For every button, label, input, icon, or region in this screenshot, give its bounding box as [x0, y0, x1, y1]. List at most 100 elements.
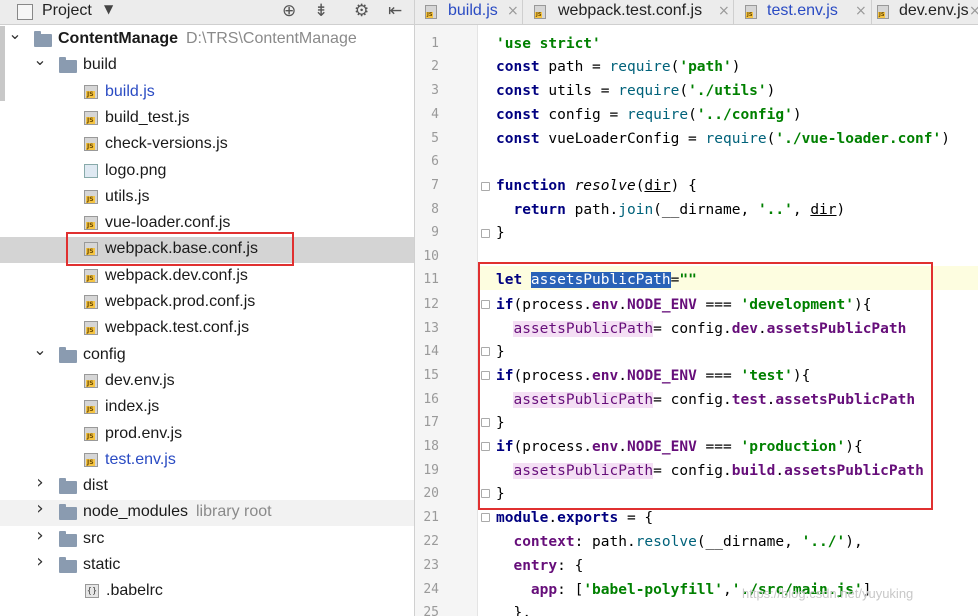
- tree-item-src[interactable]: › src: [0, 526, 414, 553]
- line-number: 17: [423, 415, 439, 430]
- code-line-5[interactable]: const vueLoaderConfig = require('./vue-l…: [496, 129, 950, 149]
- code-line-17[interactable]: }: [496, 413, 505, 433]
- close-icon[interactable]: ×: [969, 3, 978, 19]
- chevron-right-icon[interactable]: ›: [33, 526, 47, 544]
- tree-item-build-js[interactable]: JS build.js: [0, 80, 414, 106]
- code-line-8[interactable]: return path.join(__dirname, '..', dir): [496, 200, 845, 220]
- tree-item-label: build.js: [105, 82, 155, 100]
- tree-item-contentmanage[interactable]: ⌄ ContentManage D:\TRS\ContentManage: [0, 26, 414, 53]
- code-line-7[interactable]: function resolve(dir) {: [496, 176, 697, 196]
- code-text: (__dirname,: [653, 202, 758, 218]
- tab-webpack-test-conf[interactable]: JS webpack.test.conf.js ×: [522, 0, 734, 24]
- tree-item-dev-env-js[interactable]: JS dev.env.js: [0, 369, 414, 395]
- code-line-23[interactable]: entry: {: [496, 556, 583, 576]
- code-line-20[interactable]: }: [496, 484, 505, 504]
- line-number: 3: [431, 83, 439, 98]
- tree-item-webpack-base-conf-js[interactable]: JS webpack.base.conf.js: [0, 237, 414, 264]
- tab-test-env[interactable]: JS test.env.js ×: [733, 0, 872, 24]
- locate-target-icon[interactable]: ⊕: [282, 2, 296, 20]
- tree-item-webpack-dev-conf-js[interactable]: JS webpack.dev.conf.js: [0, 264, 414, 290]
- config-file-icon: {}: [85, 584, 99, 599]
- tab-dev-env[interactable]: JS dev.env.js ×: [871, 0, 978, 24]
- code-line-4[interactable]: const config = require('../config'): [496, 105, 802, 125]
- line-number: 7: [431, 178, 439, 193]
- tree-item-label: logo.png: [105, 161, 167, 179]
- code-line-9[interactable]: }: [496, 223, 505, 243]
- tree-item-vue-loader-conf-js[interactable]: JS vue-loader.conf.js: [0, 211, 414, 237]
- identifier: assetsPublicPath: [513, 463, 654, 479]
- tree-item-build-test-js[interactable]: JS build_test.js: [0, 106, 414, 132]
- project-panel-title[interactable]: Project: [42, 2, 92, 20]
- tree-item-build[interactable]: ⌄ build: [0, 52, 414, 79]
- close-icon[interactable]: ×: [507, 3, 519, 19]
- fold-marker-icon[interactable]: [481, 300, 490, 309]
- tree-item-node-modules[interactable]: › node_modules library root: [0, 500, 414, 527]
- chevron-down-icon[interactable]: ⌄: [33, 52, 47, 68]
- tree-item-prod-env-js[interactable]: JS prod.env.js: [0, 422, 414, 448]
- fold-marker-icon[interactable]: [481, 371, 490, 380]
- chevron-right-icon[interactable]: ›: [33, 553, 47, 571]
- code-text: config.: [670, 321, 732, 337]
- tree-item--babelrc[interactable]: {} .babelrc: [0, 579, 414, 605]
- tree-item-webpack-prod-conf-js[interactable]: JS webpack.prod.conf.js: [0, 290, 414, 316]
- close-icon[interactable]: ×: [718, 3, 730, 19]
- code-line-14[interactable]: }: [496, 342, 505, 362]
- code-line-11[interactable]: let assetsPublicPath="": [496, 270, 697, 290]
- gear-icon[interactable]: ⚙: [354, 2, 369, 20]
- code-line-1[interactable]: 'use strict': [496, 34, 601, 54]
- code-text: =: [653, 392, 671, 408]
- js-file-icon: JS: [425, 5, 437, 19]
- tree-item-index-js[interactable]: JS index.js: [0, 395, 414, 421]
- hide-panel-icon[interactable]: ⇤: [388, 2, 402, 20]
- tree-item-check-versions-js[interactable]: JS check-versions.js: [0, 132, 414, 158]
- code-line-22[interactable]: context: path.resolve(__dirname, '../'),: [496, 532, 862, 552]
- fold-marker-icon[interactable]: [481, 442, 490, 451]
- code-text: (__dirname,: [696, 534, 802, 550]
- tree-item-label: dev.env.js: [105, 371, 175, 389]
- fold-marker-icon[interactable]: [481, 418, 490, 427]
- function-name: require: [626, 107, 689, 123]
- tree-item-config[interactable]: ⌄ config: [0, 341, 414, 369]
- watermark: https://blog.csdn.net/yuyuking: [742, 586, 914, 601]
- code-line-18[interactable]: if(process.env.NODE_ENV === 'production'…: [496, 437, 863, 457]
- collapse-all-icon[interactable]: ⇟: [314, 2, 328, 20]
- fold-marker-icon[interactable]: [481, 489, 490, 498]
- fold-marker-icon[interactable]: [481, 347, 490, 356]
- code-text: : {: [557, 558, 584, 574]
- code-line-25[interactable]: },: [496, 603, 530, 616]
- chevron-down-icon[interactable]: ⌄: [33, 341, 47, 358]
- tree-item-logo-png[interactable]: logo.png: [0, 159, 414, 185]
- code-line-13[interactable]: assetsPublicPath= config.dev.assetsPubli…: [496, 319, 906, 339]
- chevron-right-icon[interactable]: ›: [33, 474, 47, 492]
- code-line-2[interactable]: const path = require('path'): [496, 57, 740, 77]
- fold-marker-icon[interactable]: [481, 182, 490, 191]
- chevron-down-icon[interactable]: ⌄: [8, 26, 22, 42]
- tree-item-test-env-js[interactable]: JS test.env.js: [0, 448, 414, 474]
- fold-marker-icon[interactable]: [481, 229, 490, 238]
- tree-item-utils-js[interactable]: JS utils.js: [0, 185, 414, 211]
- function-name: require: [705, 131, 767, 147]
- code-line-21[interactable]: module.exports = {: [496, 508, 653, 528]
- code-text: path =: [539, 59, 610, 75]
- code-line-19[interactable]: assetsPublicPath= config.build.assetsPub…: [496, 461, 924, 481]
- keyword: let: [496, 272, 531, 288]
- tree-item-webpack-test-conf-js[interactable]: JS webpack.test.conf.js: [0, 316, 414, 342]
- chevron-right-icon[interactable]: ›: [33, 500, 47, 518]
- close-icon[interactable]: ×: [855, 3, 867, 19]
- tab-build-js[interactable]: JS build.js ×: [415, 0, 523, 24]
- identifier: assetsPublicPath: [513, 321, 654, 337]
- code-line-3[interactable]: const utils = require('./utils'): [496, 81, 775, 101]
- keyword: const: [496, 131, 540, 147]
- code-line-16[interactable]: assetsPublicPath= config.test.assetsPubl…: [496, 390, 915, 410]
- chevron-down-icon[interactable]: ▼: [104, 2, 113, 16]
- fold-marker-icon[interactable]: [481, 513, 490, 522]
- project-path-label: D:\TRS\ContentManage: [186, 30, 357, 47]
- code-line-15[interactable]: if(process.env.NODE_ENV === 'test'){: [496, 366, 810, 386]
- js-file-icon: JS: [534, 5, 546, 19]
- tree-item-dist[interactable]: › dist: [0, 474, 414, 500]
- line-number: 14: [423, 344, 439, 359]
- folder-icon: [59, 57, 77, 74]
- code-line-12[interactable]: if(process.env.NODE_ENV === 'development…: [496, 295, 871, 315]
- code-text: config.: [670, 463, 732, 479]
- tree-item-static[interactable]: › static: [0, 553, 414, 579]
